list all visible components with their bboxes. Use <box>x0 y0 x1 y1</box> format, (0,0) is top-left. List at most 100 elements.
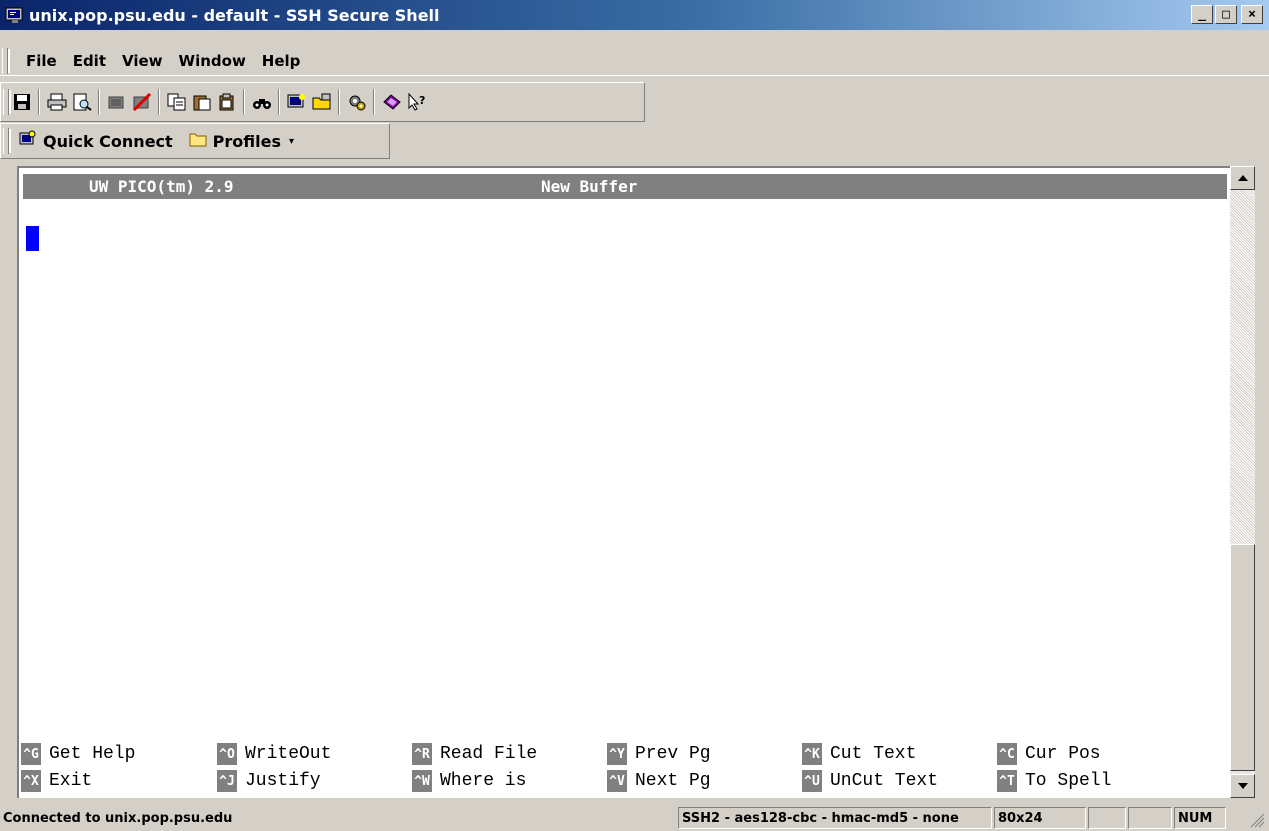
shortcut-key: ^X <box>21 770 41 792</box>
shortcut-key: ^G <box>21 743 41 765</box>
shortcut-prev-pg: ^Y Prev Pg <box>607 742 711 766</box>
shortcut-key: ^Y <box>607 743 627 765</box>
find-icon[interactable] <box>250 90 273 114</box>
shortcut-key: ^V <box>607 770 627 792</box>
cipher-status: SSH2 - aes128-cbc - hmac-md5 - none <box>678 807 992 829</box>
shortcut-action: Read File <box>440 744 538 764</box>
reconnect-icon[interactable] <box>130 90 153 114</box>
terminal-size-status: 80x24 <box>994 807 1086 829</box>
save-icon[interactable] <box>10 90 33 114</box>
copy-icon[interactable] <box>165 90 188 114</box>
shortcut-key: ^C <box>997 743 1017 765</box>
ssh-app-icon[interactable] <box>5 6 25 24</box>
pico-version: UW PICO(tm) 2.9 <box>89 177 234 196</box>
toolbar-separator <box>38 89 40 115</box>
toolbar-grip[interactable] <box>3 89 9 115</box>
shortcut-action: Prev Pg <box>635 744 711 764</box>
window-title: unix.pop.psu.edu - default - SSH Secure … <box>29 5 440 25</box>
menu-edit[interactable]: Edit <box>65 52 114 70</box>
shortcut-action: Get Help <box>49 744 136 764</box>
quick-connect-button[interactable]: Quick Connect <box>19 130 173 152</box>
shortcut-cur-pos: ^C Cur Pos <box>997 742 1101 766</box>
toolbar-separator <box>158 89 160 115</box>
shortcut-writeout: ^O WriteOut <box>217 742 331 766</box>
quick-connect-bar: Quick Connect Profiles ▾ <box>0 123 390 159</box>
title-bar[interactable]: unix.pop.psu.edu - default - SSH Secure … <box>0 0 1269 30</box>
disconnect-icon[interactable] <box>105 90 128 114</box>
connection-status: Connected to unix.pop.psu.edu <box>3 810 233 826</box>
shortcut-action: WriteOut <box>245 744 332 764</box>
scroll-up-arrow-icon[interactable] <box>1230 166 1255 190</box>
menu-help[interactable]: Help <box>254 52 309 70</box>
shortcut-to-spell: ^T To Spell <box>997 769 1111 793</box>
quickbar-grip[interactable] <box>3 128 9 154</box>
file-transfer-icon[interactable] <box>310 90 333 114</box>
vertical-scrollbar[interactable] <box>1230 166 1255 798</box>
shortcut-action: Cur Pos <box>1025 744 1101 764</box>
shortcut-key: ^J <box>217 770 237 792</box>
maximize-button[interactable]: □ <box>1215 5 1237 24</box>
menu-bar: File Edit View Window Help <box>0 46 1269 76</box>
pico-title-bar: UW PICO(tm) 2.9 New Buffer <box>23 174 1227 199</box>
chevron-down-icon[interactable]: ▾ <box>289 136 294 147</box>
menu-view[interactable]: View <box>114 52 171 70</box>
status-bar: Connected to unix.pop.psu.edu SSH2 - aes… <box>0 806 1269 831</box>
print-preview-icon[interactable] <box>70 90 93 114</box>
shortcut-action: Justify <box>245 771 321 791</box>
quick-connect-label: Quick Connect <box>43 131 173 151</box>
shortcut-uncut-text: ^U UnCut Text <box>802 769 938 793</box>
profiles-label: Profiles <box>212 131 281 151</box>
status-panel-empty-1 <box>1088 807 1126 829</box>
profiles-button[interactable]: Profiles ▾ <box>189 131 294 151</box>
shortcut-key: ^R <box>412 743 432 765</box>
shortcut-get-help: ^G Get Help <box>21 742 135 766</box>
folder-icon <box>189 131 207 151</box>
minimize-button[interactable]: _ <box>1191 5 1213 24</box>
context-help-icon[interactable]: ? <box>405 90 428 114</box>
status-panel-empty-2 <box>1128 807 1172 829</box>
shortcut-action: Where is <box>440 771 527 791</box>
toolbar: ? <box>0 82 645 122</box>
shortcut-action: UnCut Text <box>830 771 939 791</box>
shortcut-exit: ^X Exit <box>21 769 92 793</box>
num-lock-indicator: NUM <box>1174 807 1226 829</box>
menu-file[interactable]: File <box>18 52 65 70</box>
settings-icon[interactable] <box>345 90 368 114</box>
close-button[interactable]: × <box>1241 5 1263 24</box>
shortcut-key: ^K <box>802 743 822 765</box>
paste-special-icon[interactable] <box>215 90 238 114</box>
shortcut-action: Cut Text <box>830 744 917 764</box>
shortcut-next-pg: ^V Next Pg <box>607 769 711 793</box>
shortcut-action: To Spell <box>1025 771 1112 791</box>
window-controls: _ □ × <box>1191 5 1263 24</box>
help-icon[interactable] <box>380 90 403 114</box>
new-terminal-icon[interactable] <box>285 90 308 114</box>
toolbar-separator <box>98 89 100 115</box>
svg-text:?: ? <box>419 94 425 107</box>
scrollbar-thumb[interactable] <box>1230 544 1255 771</box>
terminal-area[interactable]: UW PICO(tm) 2.9 New Buffer ^G Get Help ^O… <box>17 166 1230 798</box>
shortcut-key: ^U <box>802 770 822 792</box>
quick-connect-icon <box>19 130 37 152</box>
print-icon[interactable] <box>45 90 68 114</box>
resize-grip-icon[interactable] <box>1245 810 1265 828</box>
shortcut-key: ^W <box>412 770 432 792</box>
shortcut-key: ^T <box>997 770 1017 792</box>
menu-window[interactable]: Window <box>171 52 254 70</box>
menubar-grip[interactable] <box>2 47 8 74</box>
text-cursor <box>26 226 39 251</box>
shortcut-read-file: ^R Read File <box>412 742 537 766</box>
toolbar-separator <box>278 89 280 115</box>
shortcut-row-2: ^X Exit ^J Justify ^W Where is ^V Next Pg ^U… <box>21 769 1221 793</box>
pico-buffer-name: New Buffer <box>541 177 638 196</box>
shortcut-justify: ^J Justify <box>217 769 321 793</box>
paste-icon[interactable] <box>190 90 213 114</box>
toolbar-separator <box>243 89 245 115</box>
toolbar-separator <box>373 89 375 115</box>
scroll-down-arrow-icon[interactable] <box>1230 774 1255 798</box>
shortcut-action: Next Pg <box>635 771 711 791</box>
shortcut-action: Exit <box>49 771 93 791</box>
toolbar-separator <box>338 89 340 115</box>
shortcut-cut-text: ^K Cut Text <box>802 742 916 766</box>
shortcut-key: ^O <box>217 743 237 765</box>
